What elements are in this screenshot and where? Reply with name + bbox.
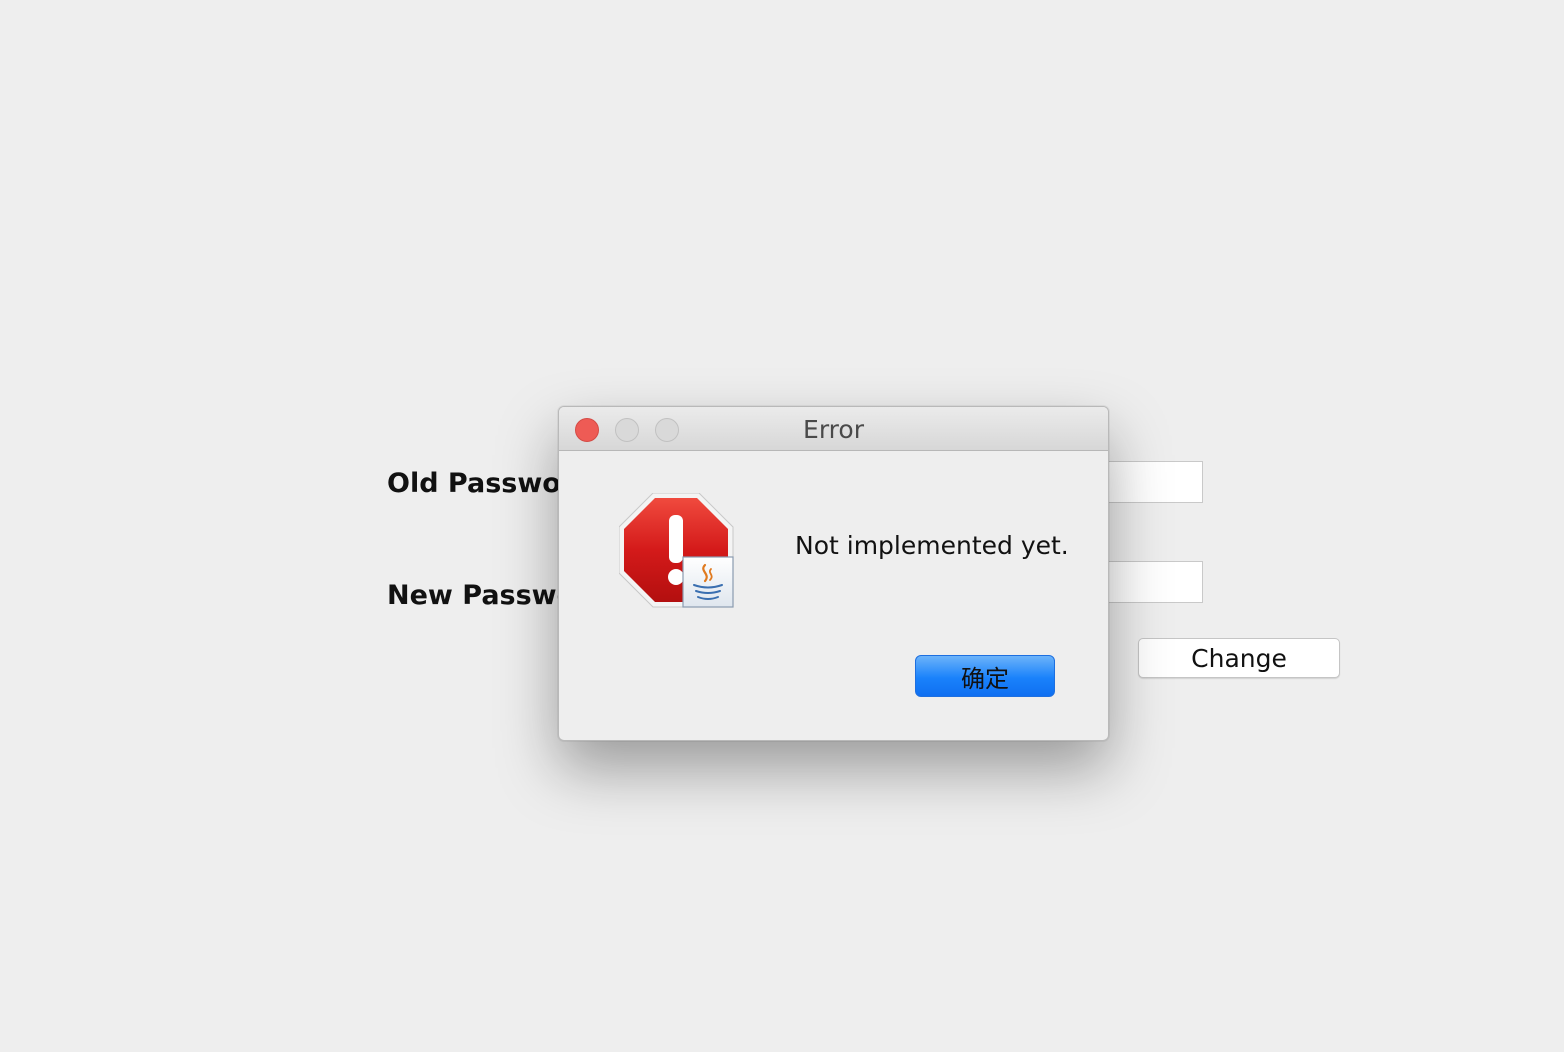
dialog-title: Error [803,415,864,444]
error-icon [619,493,734,608]
dialog-message: Not implemented yet. [795,531,1069,560]
old-password-label: Old Passwo [387,468,561,499]
new-password-label: New Passwo [387,580,576,611]
java-badge-icon [682,556,734,608]
app-window: Old Passwo New Passwo Change Error Not i… [0,0,1564,1052]
ok-button[interactable]: 确定 [915,655,1055,697]
old-password-field[interactable] [1100,461,1203,503]
dialog-titlebar[interactable]: Error [559,407,1108,451]
error-dialog: Error Not implemented yet. 确定 [558,406,1109,741]
new-password-field[interactable] [1100,561,1203,603]
change-button[interactable]: Change [1138,638,1340,678]
